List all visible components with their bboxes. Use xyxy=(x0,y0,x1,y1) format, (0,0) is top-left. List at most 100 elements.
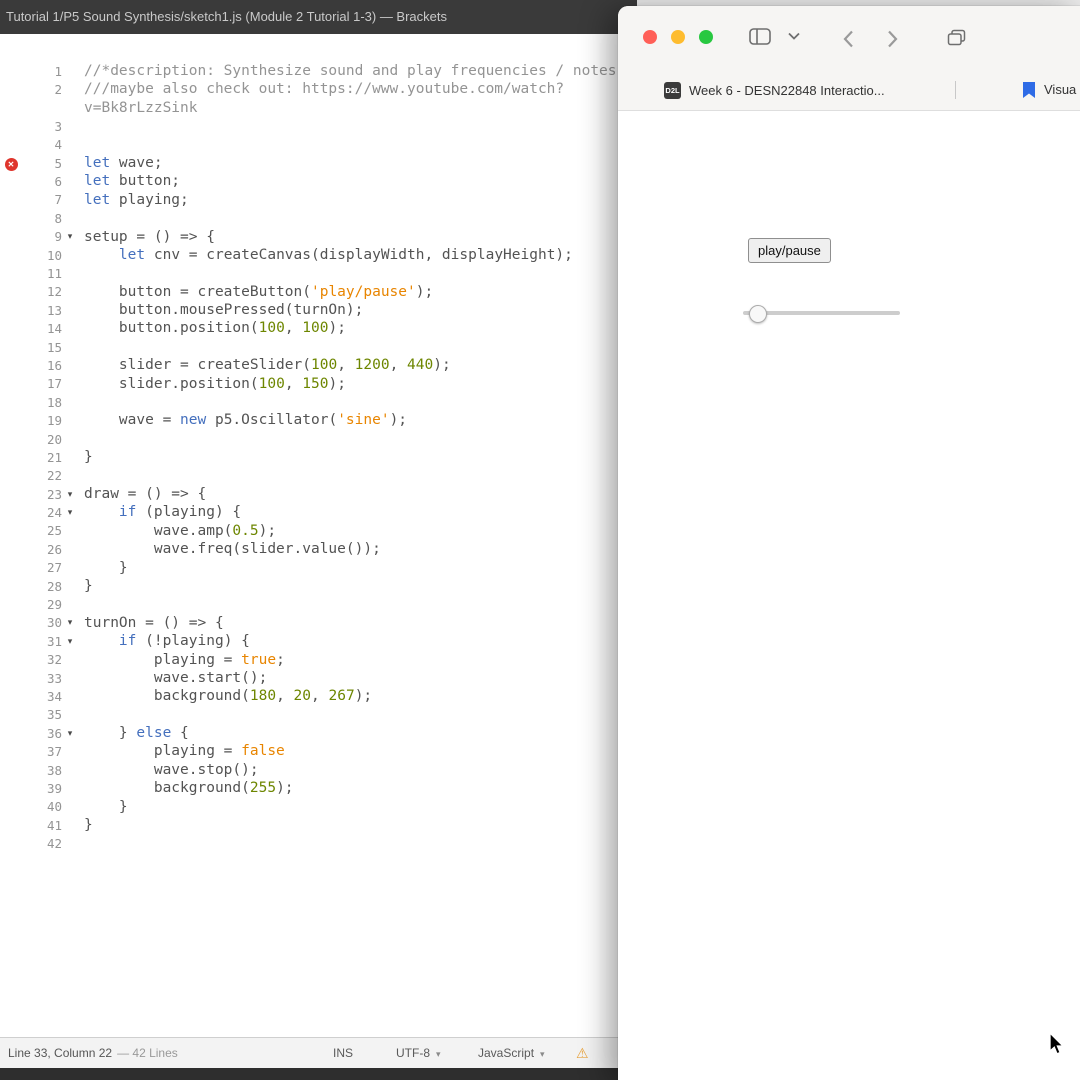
fold-arrow-icon[interactable]: ▾ xyxy=(68,231,73,241)
tab-overview-button[interactable] xyxy=(947,29,966,46)
sidebar-icon xyxy=(749,28,771,45)
fold-arrow-icon[interactable]: ▾ xyxy=(68,617,73,627)
code-line[interactable]: 42 xyxy=(0,834,637,852)
window-titlebar[interactable]: Tutorial 1/P5 Sound Synthesis/sketch1.js… xyxy=(0,0,637,34)
line-number: 11 xyxy=(22,266,62,281)
fold-arrow-icon[interactable]: ▾ xyxy=(68,507,73,517)
line-number: 26 xyxy=(22,542,62,557)
code-line[interactable]: 18 xyxy=(0,393,637,411)
code-line[interactable]: 9▾setup = () => { xyxy=(0,228,637,246)
code-line-text: wave.start(); xyxy=(84,669,267,687)
code-line[interactable]: 29 xyxy=(0,595,637,613)
error-marker-icon[interactable]: ✕ xyxy=(5,158,18,171)
close-button[interactable] xyxy=(643,30,657,44)
code-line[interactable]: 34 background(180, 20, 267); xyxy=(0,687,637,705)
play-pause-button[interactable]: play/pause xyxy=(748,238,831,263)
line-number: 30 xyxy=(22,615,62,630)
lint-warning-icon[interactable]: ⚠ xyxy=(576,1038,589,1068)
line-number: 23 xyxy=(22,487,62,502)
frequency-slider[interactable] xyxy=(743,303,900,323)
code-line[interactable]: 17 slider.position(100, 150); xyxy=(0,375,637,393)
line-number: 22 xyxy=(22,468,62,483)
code-line[interactable]: 10 let cnv = createCanvas(displayWidth, … xyxy=(0,246,637,264)
code-line-text: } xyxy=(84,448,93,466)
line-number: 37 xyxy=(22,744,62,759)
line-number: 14 xyxy=(22,321,62,336)
code-line[interactable]: 27 } xyxy=(0,559,637,577)
code-line[interactable]: 32 playing = true; xyxy=(0,651,637,669)
code-line-text: if (!playing) { xyxy=(84,632,250,650)
zoom-button[interactable] xyxy=(699,30,713,44)
encoding-selector[interactable]: UTF-8▾ xyxy=(396,1038,441,1069)
line-number: 19 xyxy=(22,413,62,428)
code-line[interactable]: 20 xyxy=(0,430,637,448)
desktop: Tutorial 1/P5 Sound Synthesis/sketch1.js… xyxy=(0,0,1080,1080)
tab-title: Week 6 - DESN22848 Interactio... xyxy=(689,83,885,98)
language-selector[interactable]: JavaScript▾ xyxy=(478,1038,545,1069)
code-line-text: draw = () => { xyxy=(84,485,206,503)
bookmark-icon xyxy=(1022,82,1036,98)
code-line[interactable]: 23 ▾ draw = () => { xyxy=(0,485,637,503)
code-line[interactable]: 31▾ if (!playing) { xyxy=(0,632,637,650)
code-line-text: slider = createSlider(100, 1200, 440); xyxy=(84,356,451,374)
code-line[interactable]: 2 ///maybe also check out: https://www.yo… xyxy=(0,80,637,98)
code-line[interactable]: 24▾ if (playing) { xyxy=(0,503,637,521)
code-line[interactable]: 28} xyxy=(0,577,637,595)
tab-week6[interactable]: D2L Week 6 - DESN22848 Interactio... xyxy=(630,70,955,110)
code-line[interactable]: ✕5let wave; xyxy=(0,154,637,172)
code-line-text: let wave; xyxy=(84,154,163,172)
insert-mode-button[interactable]: INS xyxy=(333,1038,353,1068)
code-line[interactable]: 38 wave.stop(); xyxy=(0,761,637,779)
line-number: 28 xyxy=(22,579,62,594)
line-number: 17 xyxy=(22,376,62,391)
code-line[interactable]: 36▾ } else { xyxy=(0,724,637,742)
code-line[interactable]: 37 playing = false xyxy=(0,742,637,760)
code-line[interactable]: 30▾turnOn = () => { xyxy=(0,614,637,632)
line-number: 2 xyxy=(22,82,62,97)
fold-arrow-icon[interactable]: ▾ xyxy=(68,636,73,646)
code-line[interactable]: 25 wave.amp(0.5); xyxy=(0,522,637,540)
tab-title[interactable]: Visua xyxy=(1044,70,1076,110)
fold-arrow-icon[interactable]: ▾ xyxy=(68,728,73,738)
slider-thumb[interactable] xyxy=(749,305,767,323)
code-line[interactable]: v=Bk8rLzzSink xyxy=(0,99,637,117)
code-line[interactable]: 7let playing; xyxy=(0,191,637,209)
code-line[interactable]: 8 xyxy=(0,209,637,227)
code-line-text: } xyxy=(84,816,93,834)
code-line-text: button.position(100, 100); xyxy=(84,319,346,337)
code-line[interactable]: 35 xyxy=(0,706,637,724)
code-line-text: background(255); xyxy=(84,779,294,797)
code-line[interactable]: 21} xyxy=(0,448,637,466)
line-number: 42 xyxy=(22,836,62,851)
code-line[interactable]: 4 xyxy=(0,136,637,154)
tab-visual[interactable] xyxy=(1022,82,1036,103)
code-line[interactable]: 39 background(255); xyxy=(0,779,637,797)
code-line[interactable]: 11 xyxy=(0,264,637,282)
sidebar-chevron-button[interactable] xyxy=(788,32,800,40)
minimize-button[interactable] xyxy=(671,30,685,44)
code-line[interactable]: 26 wave.freq(slider.value()); xyxy=(0,540,637,558)
sidebar-toggle-button[interactable] xyxy=(749,28,771,45)
code-line[interactable]: 22 xyxy=(0,467,637,485)
code-line[interactable]: 41} xyxy=(0,816,637,834)
code-line[interactable]: 12 button = createButton('play/pause'); xyxy=(0,283,637,301)
forward-button[interactable] xyxy=(887,30,898,48)
code-line[interactable]: 6let button; xyxy=(0,172,637,190)
code-line[interactable]: 40 } xyxy=(0,798,637,816)
code-line[interactable]: 15 xyxy=(0,338,637,356)
code-line-text: ///maybe also check out: https://www.you… xyxy=(84,80,564,98)
code-line-text: let button; xyxy=(84,172,180,190)
code-line[interactable]: 3 xyxy=(0,117,637,135)
code-line[interactable]: 16 slider = createSlider(100, 1200, 440)… xyxy=(0,356,637,374)
code-line[interactable]: 19 wave = new p5.Oscillator('sine'); xyxy=(0,411,637,429)
line-number: 38 xyxy=(22,763,62,778)
back-button[interactable] xyxy=(843,30,854,48)
code-line[interactable]: 1//*description: Synthesize sound and pl… xyxy=(0,62,637,80)
code-editor[interactable]: 1//*description: Synthesize sound and pl… xyxy=(0,34,637,1038)
code-line[interactable]: 33 wave.start(); xyxy=(0,669,637,687)
line-number: 40 xyxy=(22,799,62,814)
line-count-label: — 42 Lines xyxy=(117,1046,178,1060)
fold-arrow-icon[interactable]: ▾ xyxy=(68,489,73,499)
code-line[interactable]: 13 button.mousePressed(turnOn); xyxy=(0,301,637,319)
code-line[interactable]: 14 button.position(100, 100); xyxy=(0,319,637,337)
